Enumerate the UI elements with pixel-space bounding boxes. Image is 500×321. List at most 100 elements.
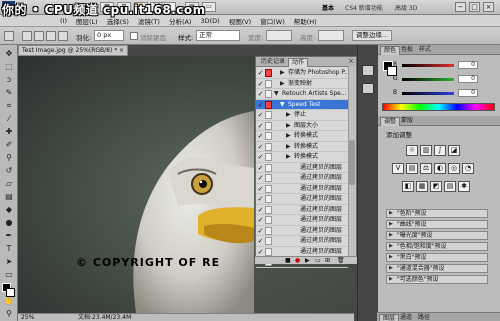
tab-paths[interactable]: 路径 [415,314,433,321]
action-row[interactable]: ✓ 通过拷贝的图层 [256,163,348,173]
tab-layers[interactable]: 图层 [379,314,400,321]
dialog-toggle[interactable] [265,195,272,203]
dialog-toggle[interactable] [265,216,272,224]
preset-hue-saturation[interactable]: "色相/饱和度"预设 [386,242,488,251]
posterize-icon[interactable]: ▦ [416,181,428,192]
action-toggle-check[interactable]: ✓ [257,101,264,109]
record-icon[interactable]: ● [295,257,300,264]
action-toggle-check[interactable]: ✓ [257,111,264,119]
status-zoom[interactable]: 25% [21,314,34,321]
action-row[interactable]: ✓ 通过拷贝的图层 [256,205,348,215]
shape-tool-icon[interactable]: ▭ [3,269,15,280]
color-spectrum-bar[interactable] [382,103,495,111]
history-brush-tool-icon[interactable]: ↺ [3,165,15,176]
preset-levels[interactable]: "色阶"预设 [386,209,488,218]
history-panel-icon[interactable] [362,65,374,76]
tab-history[interactable]: 历史记录 [258,58,288,67]
close-document-icon[interactable]: × [119,46,124,55]
action-row[interactable]: ✓ 通过拷贝的图层 [256,194,348,205]
action-row[interactable]: ✓ ▶ 图层大小 [256,121,348,131]
action-row[interactable]: ✓ ▶ 转换模式 [256,142,348,152]
zoom-tool-icon[interactable]: ⚲ [3,308,15,319]
eraser-tool-icon[interactable]: ▱ [3,178,15,189]
tab-masks[interactable]: 蒙版 [398,117,416,126]
menu-window[interactable]: 窗口(W) [260,16,285,26]
dialog-toggle[interactable] [265,247,272,256]
action-toggle-check[interactable]: ✓ [257,90,264,98]
expand-triangle-icon[interactable]: ▶ [286,110,291,120]
menu-help[interactable]: 帮助(H) [294,16,317,26]
action-row[interactable]: ✓ ▼ Speed Test [256,99,348,110]
action-row[interactable]: ✓ 通过拷贝的图层 [256,184,348,194]
blue-slider[interactable] [402,92,454,95]
tab-swatches[interactable]: 色板 [398,46,416,55]
color-balance-icon[interactable]: ⚖ [420,163,432,174]
action-toggle-check[interactable]: ✓ [257,185,264,193]
invert-icon[interactable]: ◧ [402,181,414,192]
photo-filter-icon[interactable]: ◎ [448,163,460,174]
dialog-toggle[interactable] [265,174,272,182]
action-row[interactable]: ✓ ▶ 转换模式 [256,131,348,142]
action-toggle-check[interactable]: ✓ [257,195,264,203]
action-row[interactable]: ✓ ▶ 渐变映射 [256,79,348,89]
width-input[interactable] [266,30,292,41]
collapse-triangle-icon[interactable]: ▼ [280,100,285,110]
brush-tool-icon[interactable]: ✐ [3,139,15,150]
path-select-tool-icon[interactable]: ➤ [3,256,15,267]
action-row[interactable]: ✓ 通过拷贝的图层 [256,173,348,184]
dodge-tool-icon[interactable]: ● [3,217,15,228]
action-row[interactable]: ✓ 通过拷贝的图层 [256,226,348,236]
feather-input[interactable]: 0 px [94,30,124,41]
minimize-button[interactable]: − [455,2,466,12]
marquee-tool-icon[interactable]: ⬚ [3,61,15,72]
action-row[interactable]: ✓ ▶ 停止 [256,110,348,121]
green-slider[interactable] [402,78,454,81]
marquee-preset-icon[interactable] [4,31,14,41]
action-row[interactable]: ✓ ▶ 转换模式 [256,152,348,163]
expand-triangle-icon[interactable]: ▶ [286,121,291,131]
expand-triangle-icon[interactable]: ▶ [286,131,291,141]
gradient-map-icon[interactable]: ▤ [444,181,456,192]
action-toggle-check[interactable]: ✓ [257,174,264,182]
expand-triangle-icon[interactable]: ▶ [286,142,291,152]
dialog-toggle[interactable] [265,132,272,140]
red-slider[interactable] [402,64,454,67]
preset-selective-color[interactable]: "可选颜色"预设 [386,275,488,284]
actions-scroll-thumb[interactable] [349,140,355,185]
actions-panel-icon[interactable] [362,83,374,94]
background-color-swatch[interactable] [6,288,15,297]
blur-tool-icon[interactable]: ◆ [3,204,15,215]
dialog-toggle[interactable] [265,121,272,130]
preset-curves[interactable]: "曲线"预设 [386,220,488,229]
maximize-button[interactable]: □ [469,2,480,12]
action-toggle-check[interactable]: ✓ [257,216,264,224]
pen-tool-icon[interactable]: ✒ [3,230,15,241]
action-row[interactable]: ✓ 通过拷贝的图层 [256,215,348,226]
healing-brush-tool-icon[interactable]: ✚ [3,126,15,137]
new-selection-icon[interactable] [22,31,32,41]
black-white-icon[interactable]: ◐ [434,163,446,174]
menu-view[interactable]: 视图(V) [229,16,252,26]
action-toggle-check[interactable]: ✓ [257,237,264,245]
quick-select-tool-icon[interactable]: ✎ [3,87,15,98]
type-tool-icon[interactable]: T [3,243,15,254]
action-row[interactable]: ✓ ▶ 存储为 Photoshop P... [256,68,348,79]
eyedropper-tool-icon[interactable]: ⁄ [3,113,15,124]
crop-tool-icon[interactable]: ⌗ [3,100,15,111]
dialog-toggle[interactable] [265,100,272,109]
refine-edge-button[interactable]: 调整边缘... [352,30,392,41]
tab-actions[interactable]: 动作 [288,58,309,67]
green-value[interactable]: 0 [458,75,478,83]
preset-channel-mixer[interactable]: "通道混合器"预设 [386,264,488,273]
dialog-toggle[interactable] [265,184,272,193]
selective-color-icon[interactable]: ✱ [458,181,470,192]
dialog-toggle[interactable] [265,226,272,235]
dialog-toggle[interactable] [265,79,272,88]
levels-icon[interactable]: ▥ [420,145,432,156]
clone-stamp-tool-icon[interactable]: ⚲ [3,152,15,163]
collapse-triangle-icon[interactable]: ▼ [274,89,279,99]
hue-saturation-icon[interactable]: ▤ [406,163,418,174]
brightness-contrast-icon[interactable]: ☼ [406,145,418,156]
close-panel-icon[interactable]: × [348,57,354,65]
action-toggle-check[interactable]: ✓ [257,80,264,88]
